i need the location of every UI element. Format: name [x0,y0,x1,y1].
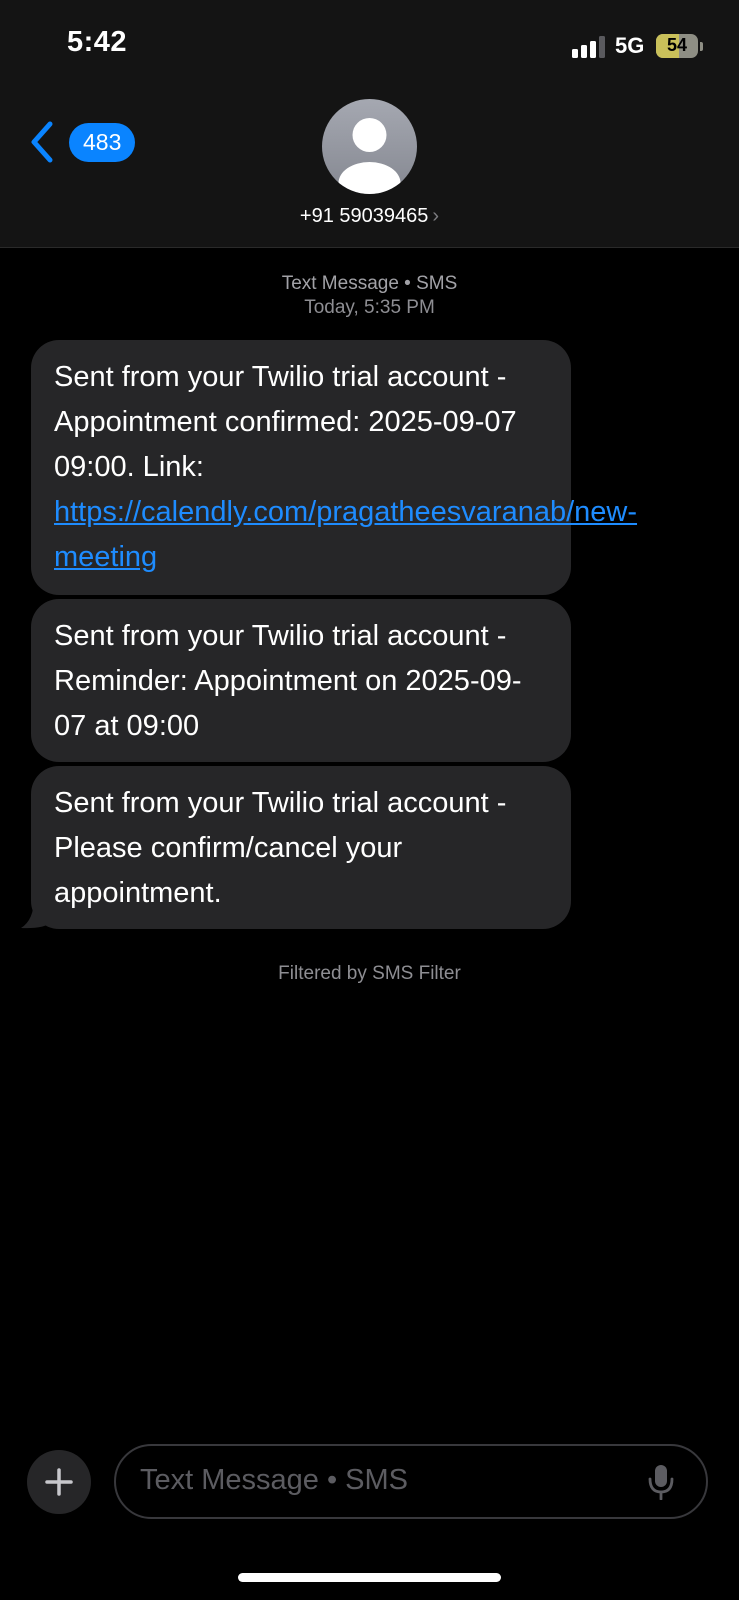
thread-meta: Text Message • SMS Today, 5:35 PM [0,272,739,320]
message-timestamp: Today, 5:35 PM [0,296,739,320]
message-text: Sent from your Twilio trial account - Re… [54,620,522,742]
status-time: 5:42 [67,26,128,58]
signal-bar [581,45,587,58]
message-text: Sent from your Twilio trial account - Pl… [54,787,507,909]
signal-bar [590,41,596,58]
service-label: Text Message • SMS [281,273,458,294]
timestamp-time: 5:35 PM [364,297,435,318]
message-text: Sent from your Twilio trial account - Ap… [54,361,517,483]
signal-bar [599,36,605,58]
message-input-placeholder: Text Message • SMS [140,1464,409,1496]
message-link[interactable]: https://calendly.com/pragatheesvaranab/n… [54,496,637,573]
message-bubble[interactable]: Sent from your Twilio trial account - Re… [31,599,571,762]
battery-level: 54 [666,35,688,55]
signal-bar [572,49,578,58]
cellular-signal-icon [572,36,606,58]
microphone-icon[interactable] [648,1464,674,1500]
battery-icon: 54 [656,34,698,58]
home-indicator[interactable] [238,1573,501,1582]
conversation-header: 5:42 5G 54 483 +91 59039465 › [0,0,739,248]
person-silhouette-icon [338,118,401,194]
back-chevron-icon[interactable] [28,120,58,164]
filter-note: Filtered by SMS Filter [278,963,461,984]
add-attachment-button[interactable] [27,1450,91,1514]
timestamp-day: Today, [304,297,359,318]
message-input[interactable]: Text Message • SMS [114,1444,708,1519]
message-bubble[interactable]: Sent from your Twilio trial account - Pl… [31,766,571,929]
bubble-tail [21,898,52,929]
battery-tip [700,42,703,51]
network-type: 5G [615,33,645,58]
unread-count-badge[interactable]: 483 [69,123,136,162]
chevron-right-icon: › [432,205,440,227]
plus-icon [45,1468,73,1496]
contact-name-button[interactable]: +91 59039465 › [0,205,739,228]
message-bubble[interactable]: Sent from your Twilio trial account - Ap… [31,340,637,595]
contact-phone-number: +91 59039465 [299,205,429,227]
contact-avatar[interactable] [322,99,417,194]
